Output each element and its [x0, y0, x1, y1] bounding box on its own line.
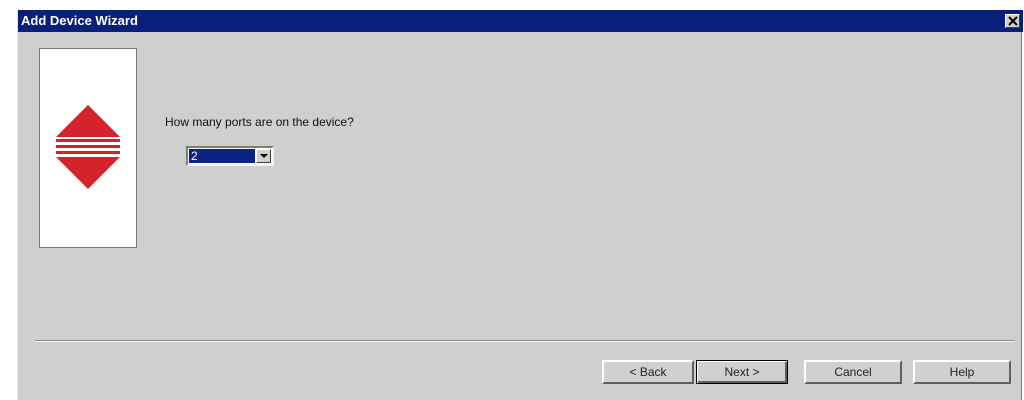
close-icon: [1008, 16, 1018, 26]
button-separator: [35, 340, 1015, 342]
window-title: Add Device Wizard: [21, 13, 138, 28]
wizard-window: Add Device Wizard How many ports are on …: [17, 10, 1023, 400]
dropdown-arrow-button[interactable]: [256, 149, 271, 163]
ports-question-label: How many ports are on the device?: [165, 115, 354, 129]
chevron-down-icon: [260, 154, 268, 158]
back-button[interactable]: < Back: [602, 360, 694, 384]
cancel-button[interactable]: Cancel: [804, 360, 902, 384]
help-button[interactable]: Help: [913, 360, 1011, 384]
close-button[interactable]: [1005, 14, 1020, 28]
red-arrows-logo-icon: [56, 105, 120, 189]
wizard-logo-panel: [39, 48, 137, 248]
ports-dropdown-value: 2: [188, 148, 256, 164]
title-bar[interactable]: Add Device Wizard: [18, 10, 1023, 32]
next-button[interactable]: Next >: [696, 360, 788, 384]
ports-dropdown[interactable]: 2: [186, 146, 274, 166]
